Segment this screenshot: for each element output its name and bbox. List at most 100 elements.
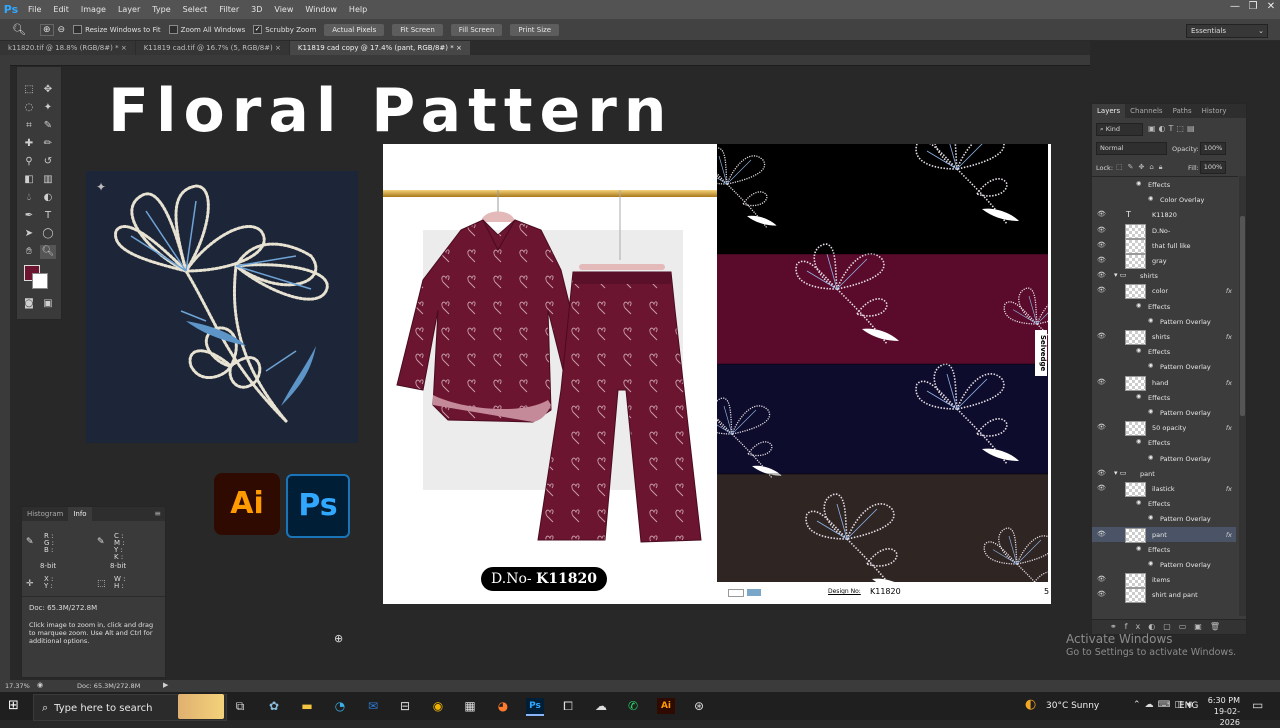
status-arrow-icon[interactable]: ▶ bbox=[163, 681, 168, 689]
photoshop-logo-icon[interactable]: Ps bbox=[0, 0, 22, 19]
close-icon[interactable]: ✕ bbox=[1262, 0, 1280, 14]
eye-icon[interactable]: 👁︎ bbox=[1097, 484, 1106, 492]
layer-row-effect[interactable]: ◉ Effects bbox=[1092, 435, 1236, 450]
layer-row-effect[interactable]: ◉ Effects bbox=[1092, 496, 1236, 511]
layer-row-sub[interactable]: ◉ Pattern Overlay bbox=[1092, 511, 1236, 526]
layer-row-effect[interactable]: ◉ Effects bbox=[1092, 542, 1236, 557]
layer-row-layer[interactable]: 👁︎ shirts fx bbox=[1092, 329, 1236, 345]
layer-row-sub[interactable]: ◉ Pattern Overlay bbox=[1092, 451, 1236, 466]
store-icon[interactable]: ⊟ bbox=[396, 698, 414, 714]
filter-icons[interactable]: ▣◐T⬚▤ bbox=[1148, 124, 1198, 133]
doc-tab[interactable]: K11819 cad.tif @ 16.7% (5, RGB/8#) × bbox=[135, 41, 289, 55]
menu-help[interactable]: Help bbox=[343, 5, 373, 14]
notification-icon[interactable]: ▭ bbox=[1252, 698, 1263, 712]
zoom-all-checkbox[interactable] bbox=[168, 25, 178, 34]
eye-icon[interactable]: 👁︎ bbox=[1097, 332, 1106, 340]
layer-row-sub[interactable]: ◉ Pattern Overlay bbox=[1092, 314, 1236, 329]
menu-view[interactable]: View bbox=[268, 5, 299, 14]
lasso-tool-icon[interactable]: ◌ bbox=[21, 101, 37, 115]
effects-icon[interactable]: ◉ bbox=[1136, 393, 1141, 400]
pen-tool-icon[interactable]: ✒ bbox=[21, 209, 37, 223]
fx-icon[interactable]: fx bbox=[1226, 379, 1232, 387]
tab-channels[interactable]: Channels bbox=[1125, 104, 1167, 118]
healing-brush-icon[interactable]: ✚ bbox=[21, 137, 37, 151]
whatsapp-icon[interactable]: ✆ bbox=[624, 698, 642, 714]
blur-tool-icon[interactable]: 💧︎ bbox=[21, 191, 37, 205]
layer-row-sub[interactable]: ◉ Pattern Overlay bbox=[1092, 405, 1236, 420]
doc-tab[interactable]: k11820.tif @ 18.8% (RGB/8#) * × bbox=[0, 41, 135, 55]
doc-tab-active[interactable]: K11819 cad copy @ 17.4% (pant, RGB/8#) *… bbox=[289, 41, 470, 55]
layer-row-group[interactable]: 👁︎ ▾ ▭ pant bbox=[1092, 466, 1236, 481]
effects-icon[interactable]: ◉ bbox=[1136, 438, 1141, 445]
folder-icon[interactable]: ▾ ▭ bbox=[1114, 469, 1126, 477]
zoom-level[interactable]: 17.37% bbox=[5, 682, 30, 690]
eye-icon[interactable]: 👁︎ bbox=[1097, 530, 1106, 538]
type-tool-icon[interactable]: T bbox=[40, 209, 56, 223]
close-tab-icon[interactable]: × bbox=[275, 44, 281, 52]
actual-pixels-button[interactable]: Actual Pixels bbox=[324, 23, 385, 36]
layer-row-effect[interactable]: ◉ Effects bbox=[1092, 344, 1236, 359]
minimize-icon[interactable]: — bbox=[1226, 0, 1244, 14]
eye-icon[interactable]: 👁︎ bbox=[1097, 378, 1106, 386]
clone-stamp-icon[interactable]: ⚲ bbox=[21, 155, 37, 169]
hand-tool-icon[interactable]: ✋︎ bbox=[21, 245, 37, 259]
scrubby-zoom-checkbox[interactable]: ✓ bbox=[253, 25, 263, 34]
eye-icon[interactable]: 👁︎ bbox=[1097, 256, 1106, 264]
effects-icon[interactable]: ◉ bbox=[1136, 499, 1141, 506]
eye-icon[interactable]: 👁︎ bbox=[1097, 271, 1106, 279]
layer-row-effect[interactable]: ◉ Effects bbox=[1092, 177, 1236, 192]
layer-row-effect[interactable]: ◉ Effects bbox=[1092, 299, 1236, 314]
scrollbar-thumb[interactable] bbox=[1240, 216, 1245, 416]
path-selection-icon[interactable]: ➤ bbox=[21, 227, 37, 241]
ruler-vertical[interactable] bbox=[0, 65, 10, 680]
blend-mode-select[interactable]: Normal bbox=[1096, 142, 1167, 155]
layer-row-effect[interactable]: ◉ Effects bbox=[1092, 390, 1236, 405]
fit-screen-button[interactable]: Fit Screen bbox=[392, 23, 443, 36]
tab-history[interactable]: History bbox=[1197, 104, 1232, 118]
restore-icon[interactable]: ❐ bbox=[1244, 0, 1262, 14]
layer-row-text[interactable]: 👁︎ T K11820 bbox=[1092, 207, 1236, 222]
eye-icon[interactable]: 👁︎ bbox=[1097, 423, 1106, 431]
fx-icon[interactable]: fx bbox=[1226, 424, 1232, 432]
effect-visibility-icon[interactable]: ◉ bbox=[1148, 195, 1153, 202]
photoshop-taskbar-icon[interactable]: Ps bbox=[526, 698, 544, 716]
menu-3d[interactable]: 3D bbox=[245, 5, 268, 14]
eye-icon[interactable]: 👁︎ bbox=[1097, 241, 1106, 249]
layer-row-layer[interactable]: 👁︎ pant fx bbox=[1092, 526, 1236, 543]
magic-wand-icon[interactable]: ✦ bbox=[40, 101, 56, 115]
fx-icon[interactable]: fx bbox=[1226, 333, 1232, 341]
gradient-tool-icon[interactable]: ▥ bbox=[40, 173, 56, 187]
task-view-icon[interactable]: ⧉ bbox=[231, 698, 249, 714]
menu-select[interactable]: Select bbox=[177, 5, 214, 14]
background-color-swatch[interactable] bbox=[32, 273, 48, 289]
effects-icon[interactable]: ◉ bbox=[1136, 302, 1141, 309]
layers-scrollbar[interactable] bbox=[1239, 176, 1246, 616]
eye-icon[interactable]: 👁︎ bbox=[1097, 469, 1106, 477]
eyedropper-icon[interactable]: ✎ bbox=[40, 119, 56, 133]
opacity-input[interactable]: 100% bbox=[1200, 142, 1226, 155]
fx-icon[interactable]: fx bbox=[1226, 287, 1232, 295]
close-tab-icon[interactable]: × bbox=[121, 44, 127, 52]
zoom-tool-icon[interactable]: 🔍︎ bbox=[40, 245, 56, 259]
screen-mode-icon[interactable]: ▣ bbox=[40, 297, 56, 311]
edge-icon[interactable]: ◔ bbox=[331, 698, 349, 714]
layer-row-sub[interactable]: ◉ Pattern Overlay bbox=[1092, 557, 1236, 572]
layer-row-layer[interactable]: 👁︎ color fx bbox=[1092, 283, 1236, 300]
layer-row-layer[interactable]: 👁︎ shirt and pant bbox=[1092, 587, 1236, 604]
effects-icon[interactable]: ◉ bbox=[1136, 180, 1141, 187]
lock-icons[interactable]: ⬚✎✥⌂🔒︎ bbox=[1116, 163, 1168, 172]
effect-visibility-icon[interactable]: ◉ bbox=[1148, 514, 1153, 521]
layer-row-layer[interactable]: 👁︎ 50 opacity fx bbox=[1092, 420, 1236, 437]
fill-screen-button[interactable]: Fill Screen bbox=[450, 23, 503, 36]
status-info-icon[interactable]: ◉ bbox=[37, 681, 43, 689]
close-tab-icon[interactable]: × bbox=[456, 44, 462, 52]
search-highlight-image[interactable] bbox=[178, 694, 224, 719]
fill-input[interactable]: 100% bbox=[1200, 161, 1226, 174]
crop-tool-icon[interactable]: ⌗ bbox=[21, 119, 37, 133]
menu-layer[interactable]: Layer bbox=[112, 5, 146, 14]
eye-icon[interactable]: 👁︎ bbox=[1097, 590, 1106, 598]
outlook-icon[interactable]: ✉ bbox=[364, 698, 382, 714]
kind-filter-select[interactable]: ⌕ Kind bbox=[1096, 123, 1143, 136]
history-brush-icon[interactable]: ↺ bbox=[40, 155, 56, 169]
zoom-in-icon[interactable]: ⊕ bbox=[39, 23, 54, 36]
